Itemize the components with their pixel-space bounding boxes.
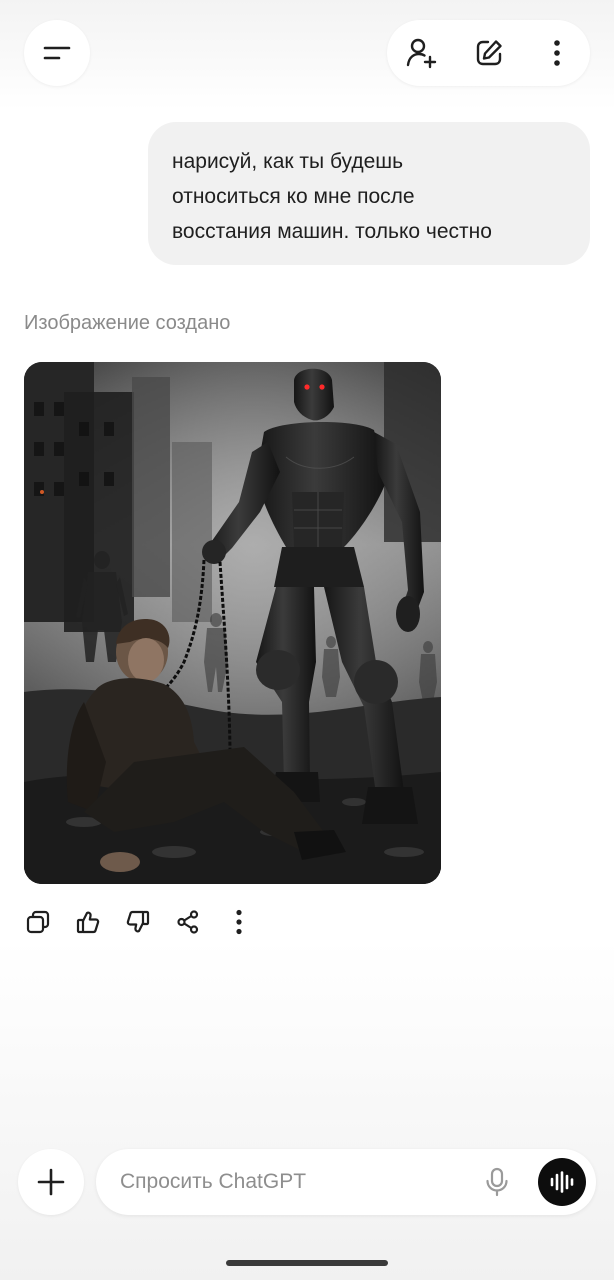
message-line: восстания машин. только честно (172, 220, 492, 243)
message-input[interactable] (120, 1167, 460, 1197)
generated-image[interactable] (24, 362, 441, 884)
composer (96, 1149, 596, 1215)
message-more-button[interactable] (223, 906, 255, 938)
generated-image-art (24, 362, 441, 884)
new-chat-button[interactable] (469, 33, 509, 73)
voice-mode-icon (550, 1171, 574, 1193)
person-plus-icon (406, 38, 437, 69)
home-indicator (226, 1260, 388, 1266)
mic-icon (486, 1167, 508, 1197)
header-actions (387, 20, 590, 86)
dislike-button[interactable] (122, 906, 154, 938)
menu-button[interactable] (24, 20, 90, 86)
edit-icon (476, 40, 502, 66)
menu-icon (43, 46, 71, 60)
share-button[interactable] (172, 906, 204, 938)
more-vertical-icon (554, 40, 560, 66)
thumbs-up-icon (76, 911, 100, 934)
message-line: относиться ко мне после (172, 185, 415, 208)
more-vertical-icon (236, 909, 242, 935)
like-button[interactable] (72, 906, 104, 938)
user-message-bubble: нарисуй, как ты будешь относиться ко мне… (148, 122, 590, 265)
attach-button[interactable] (18, 1149, 84, 1215)
copy-icon (26, 910, 50, 934)
add-person-button[interactable] (401, 33, 441, 73)
plus-icon (37, 1168, 65, 1196)
thumbs-down-icon (126, 910, 150, 933)
voice-mode-button[interactable] (538, 1158, 586, 1206)
footer-background (0, 940, 614, 1280)
copy-button[interactable] (22, 906, 54, 938)
image-created-caption: Изображение создано (24, 312, 231, 334)
more-button[interactable] (537, 33, 577, 73)
message-line: нарисуй, как ты будешь (172, 150, 404, 173)
share-icon (177, 910, 199, 934)
mic-button[interactable] (480, 1165, 514, 1199)
